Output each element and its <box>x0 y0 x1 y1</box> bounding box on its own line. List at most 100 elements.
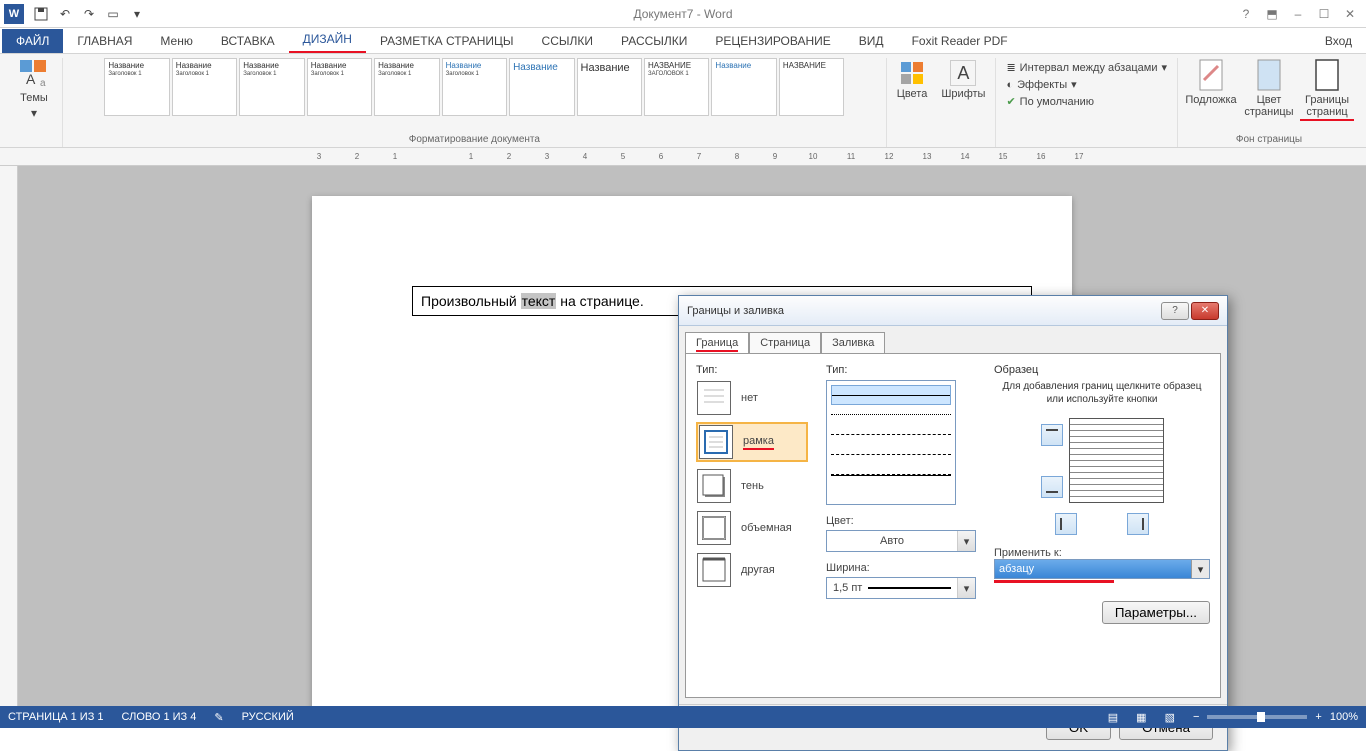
dialog-tab-border[interactable]: Граница <box>685 332 749 353</box>
page-borders-button[interactable]: Границы страниц <box>1300 58 1354 121</box>
ribbon: Aa Темы ▾ НазваниеЗаголовок 1 НазваниеЗа… <box>0 54 1366 148</box>
line-style-list[interactable] <box>826 380 956 505</box>
horizontal-ruler[interactable]: 3211234567891011121314151617 <box>0 148 1366 166</box>
paragraph-spacing-button[interactable]: ≣Интервал между абзацами ▾ <box>1004 60 1169 75</box>
web-layout-icon[interactable]: ▧ <box>1165 711 1175 724</box>
fonts-icon: A <box>950 60 976 86</box>
spacing-icon: ≣ <box>1006 61 1015 74</box>
redo-icon[interactable]: ↷ <box>78 3 100 25</box>
group-label: Фон страницы <box>1236 134 1302 147</box>
group-label: Форматирование документа <box>409 134 540 147</box>
themes-button[interactable]: Aa Темы ▾ <box>12 58 56 120</box>
apply-to-label: Применить к: <box>994 547 1062 559</box>
word-count[interactable]: СЛОВО 1 ИЗ 4 <box>122 711 197 723</box>
chevron-down-icon[interactable]: ▾ <box>957 531 975 551</box>
border-type-box[interactable]: рамка <box>696 422 808 462</box>
style-set[interactable]: НазваниеЗаголовок 1 <box>104 58 169 116</box>
style-set[interactable]: НазваниеЗаголовок 1 <box>374 58 439 116</box>
help-icon[interactable]: ? <box>1234 4 1258 24</box>
style-set[interactable]: НазваниеЗаголовок 1 <box>239 58 304 116</box>
maximize-button[interactable]: ☐ <box>1312 4 1336 24</box>
print-layout-icon[interactable]: ▦ <box>1136 711 1146 724</box>
tab-mailings[interactable]: РАССЫЛКИ <box>607 29 701 53</box>
right-border-button[interactable] <box>1127 513 1149 535</box>
color-label: Цвет: <box>826 515 976 527</box>
style-set[interactable]: НАЗВАНИЕ <box>779 58 844 116</box>
qat-dropdown-icon[interactable]: ▾ <box>126 3 148 25</box>
effects-button[interactable]: ◐Эффекты ▾ <box>1004 77 1169 92</box>
colors-button[interactable]: Цвета <box>893 58 932 102</box>
save-icon[interactable] <box>30 3 52 25</box>
border-type-3d[interactable]: объемная <box>696 510 808 546</box>
border-type-custom[interactable]: другая <box>696 552 808 588</box>
read-mode-icon[interactable]: ▤ <box>1108 711 1118 724</box>
tab-review[interactable]: РЕЦЕНЗИРОВАНИЕ <box>701 29 844 53</box>
document-formatting-gallery[interactable]: НазваниеЗаголовок 1 НазваниеЗаголовок 1 … <box>104 58 844 116</box>
watermark-button[interactable]: Подложка <box>1184 58 1238 121</box>
tab-menu[interactable]: Меню <box>146 29 206 53</box>
dialog-titlebar[interactable]: Границы и заливка ? ✕ <box>679 296 1227 326</box>
tab-foxit[interactable]: Foxit Reader PDF <box>898 29 1022 53</box>
title-bar: W ↶ ↷ ▭ ▾ Документ7 - Word ? ⬒ ‒ ☐ ✕ <box>0 0 1366 28</box>
color-combo[interactable]: Авто ▾ <box>826 530 976 552</box>
vertical-ruler[interactable] <box>0 166 18 710</box>
zoom-level[interactable]: 100% <box>1330 711 1358 723</box>
svg-text:A: A <box>26 71 36 87</box>
type-label: Тип: <box>696 364 808 376</box>
colors-icon <box>899 60 925 86</box>
page-color-button[interactable]: Цвет страницы <box>1242 58 1296 121</box>
proofing-icon[interactable]: ✎ <box>214 711 223 724</box>
sign-in-link[interactable]: Вход <box>1311 29 1366 53</box>
preview-hint: Для добавления границ щелкните образец и… <box>994 380 1210 406</box>
style-set[interactable]: НазваниеЗаголовок 1 <box>172 58 237 116</box>
style-set[interactable]: НазваниеЗаголовок 1 <box>307 58 372 116</box>
dialog-help-button[interactable]: ? <box>1161 302 1189 320</box>
tab-insert[interactable]: ВСТАВКА <box>207 29 289 53</box>
style-set[interactable]: Название <box>509 58 574 116</box>
zoom-out-button[interactable]: − <box>1193 711 1199 723</box>
zoom-control[interactable]: − + 100% <box>1193 711 1358 723</box>
close-button[interactable]: ✕ <box>1338 4 1362 24</box>
chevron-down-icon[interactable]: ▾ <box>1191 560 1209 578</box>
style-set[interactable]: НАЗВАНИЕЗАГОЛОВОК 1 <box>644 58 709 116</box>
width-label: Ширина: <box>826 562 976 574</box>
dialog-tab-page[interactable]: Страница <box>749 332 821 353</box>
set-default-button[interactable]: ✔По умолчанию <box>1004 94 1169 109</box>
zoom-slider[interactable] <box>1207 715 1307 719</box>
border-type-none[interactable]: нет <box>696 380 808 416</box>
dialog-close-button[interactable]: ✕ <box>1191 302 1219 320</box>
apply-to-combo[interactable]: абзацу ▾ <box>994 559 1210 579</box>
preview-box[interactable] <box>1069 418 1164 503</box>
document-title: Документ7 - Word <box>633 7 732 21</box>
page-borders-icon <box>1312 58 1342 92</box>
language-status[interactable]: РУССКИЙ <box>242 711 294 723</box>
undo-icon[interactable]: ↶ <box>54 3 76 25</box>
top-border-button[interactable] <box>1041 424 1063 446</box>
left-border-button[interactable] <box>1055 513 1077 535</box>
tab-home[interactable]: ГЛАВНАЯ <box>63 29 146 53</box>
preview-label: Образец <box>994 364 1210 376</box>
status-bar: СТРАНИЦА 1 ИЗ 1 СЛОВО 1 ИЗ 4 ✎ РУССКИЙ ▤… <box>0 706 1366 728</box>
width-combo[interactable]: 1,5 пт ▾ <box>826 577 976 599</box>
bottom-border-button[interactable] <box>1041 476 1063 498</box>
new-doc-icon[interactable]: ▭ <box>102 3 124 25</box>
minimize-button[interactable]: ‒ <box>1286 4 1310 24</box>
tab-layout[interactable]: РАЗМЕТКА СТРАНИЦЫ <box>366 29 528 53</box>
zoom-in-button[interactable]: + <box>1315 711 1321 723</box>
watermark-icon <box>1196 58 1226 92</box>
file-tab[interactable]: ФАЙЛ <box>2 29 63 53</box>
fonts-button[interactable]: A Шрифты <box>937 58 989 102</box>
dialog-tab-shading[interactable]: Заливка <box>821 332 885 353</box>
ribbon-display-icon[interactable]: ⬒ <box>1260 4 1284 24</box>
tab-design[interactable]: ДИЗАЙН <box>289 27 366 53</box>
border-type-shadow[interactable]: тень <box>696 468 808 504</box>
style-set[interactable]: НазваниеЗаголовок 1 <box>442 58 507 116</box>
style-set[interactable]: Название <box>711 58 776 116</box>
chevron-down-icon[interactable]: ▾ <box>957 578 975 598</box>
tab-references[interactable]: ССЫЛКИ <box>528 29 607 53</box>
tab-view[interactable]: ВИД <box>845 29 898 53</box>
style-set[interactable]: Название <box>577 58 642 116</box>
options-button[interactable]: Параметры... <box>1102 601 1210 624</box>
chevron-down-icon: ▾ <box>31 106 37 120</box>
page-count[interactable]: СТРАНИЦА 1 ИЗ 1 <box>8 711 104 723</box>
